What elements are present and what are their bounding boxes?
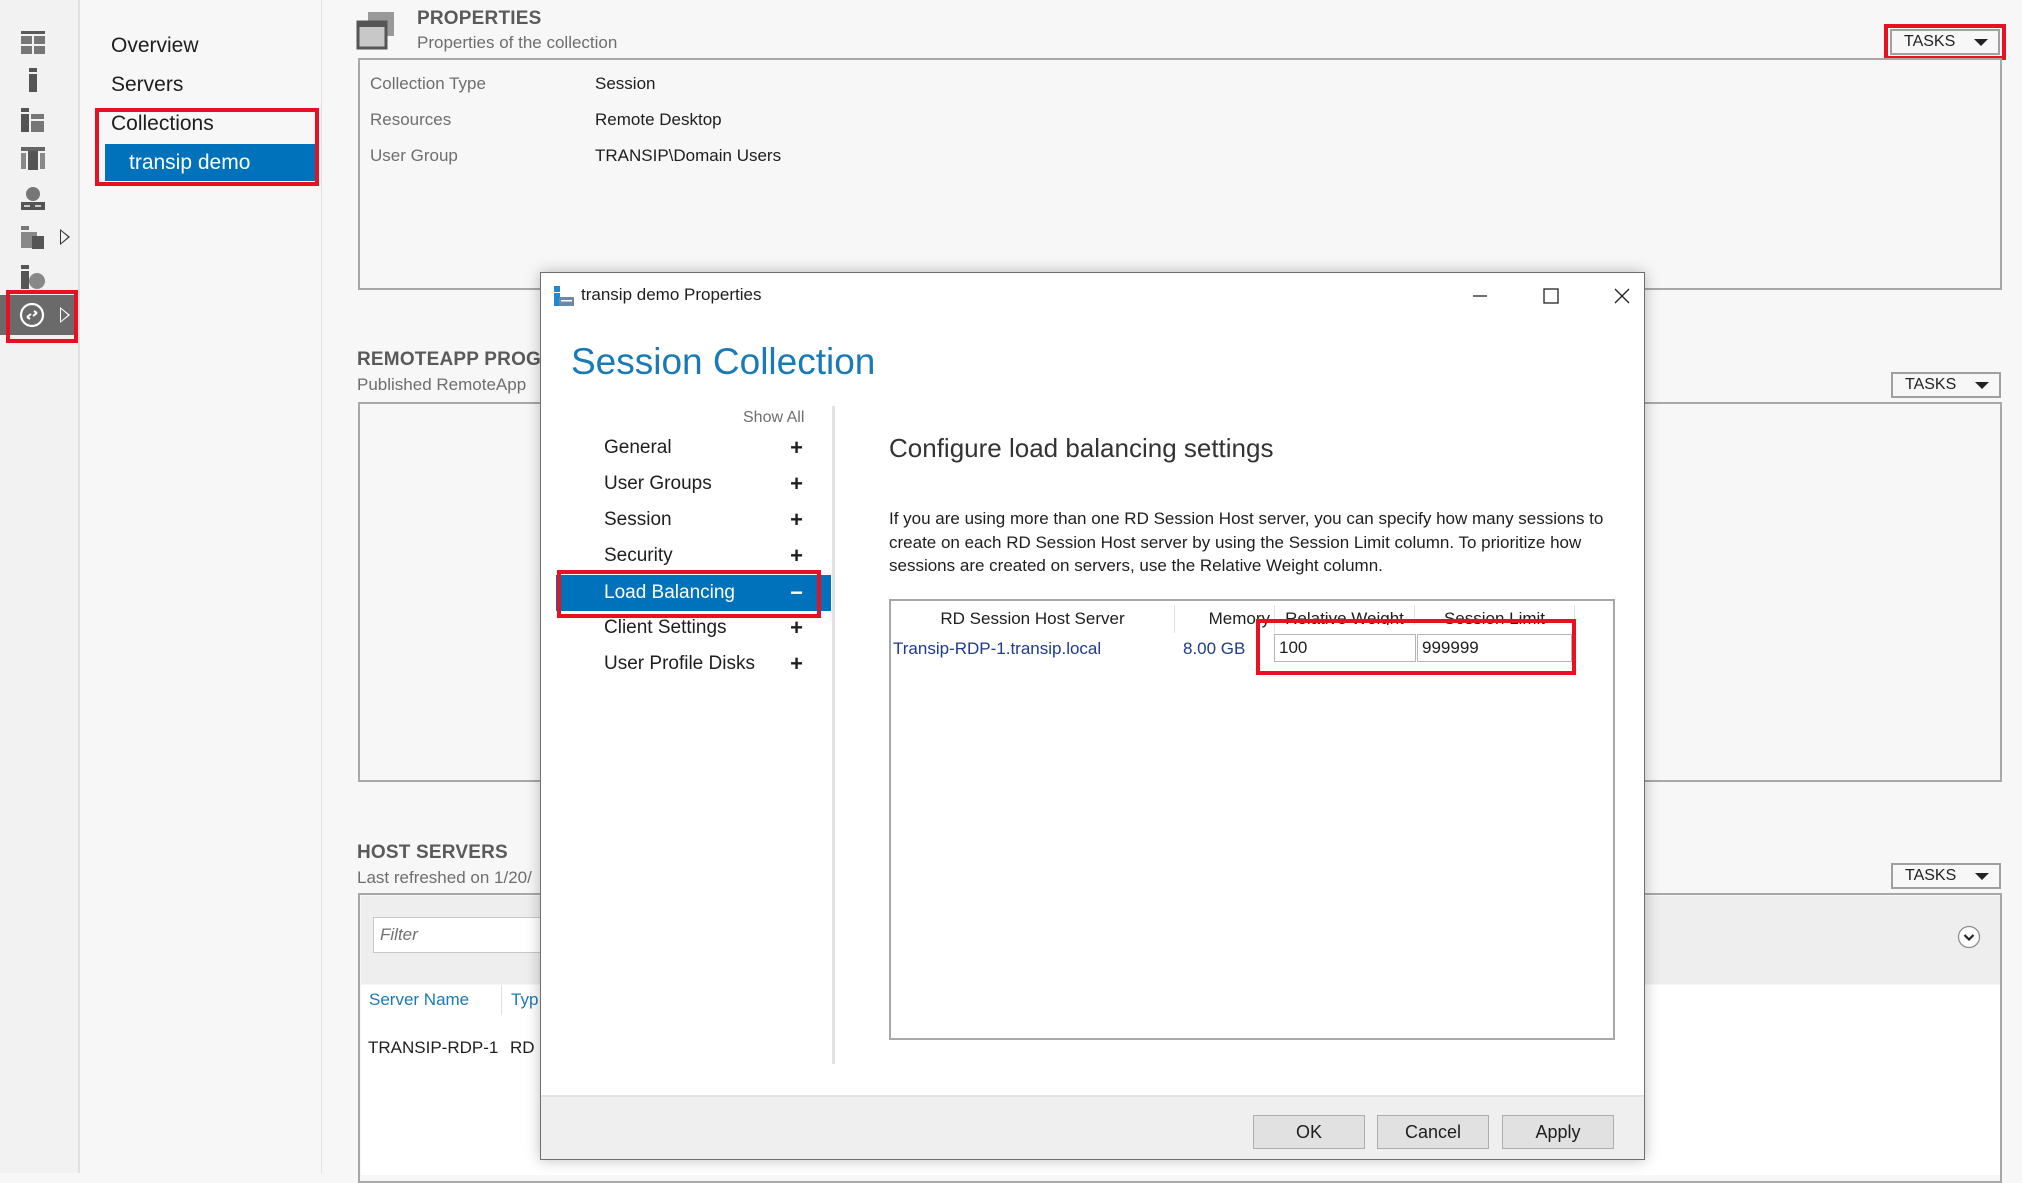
- expand-arrow-icon[interactable]: [60, 307, 70, 323]
- tasks-label: TASKS: [1905, 376, 1957, 393]
- remoteapp-tasks-button[interactable]: TASKS: [1891, 372, 2001, 398]
- host-servers-subtitle: Last refreshed on 1/20/: [357, 868, 532, 887]
- server-type-cell: RD: [510, 1038, 535, 1057]
- tasks-label: TASKS: [1905, 867, 1957, 884]
- property-label: Collection Type: [370, 74, 486, 93]
- expand-plus-icon: +: [790, 435, 803, 460]
- server-name-cell[interactable]: Transip-RDP-1.transip.local: [893, 639, 1101, 659]
- dropdown-caret-icon: [1975, 873, 1989, 880]
- expand-plus-icon: +: [790, 651, 803, 676]
- iis-icon[interactable]: [20, 185, 46, 211]
- expand-plus-icon: +: [790, 615, 803, 640]
- nav-label: Client Settings: [604, 617, 727, 638]
- column-header-relative-weight[interactable]: Relative Weight: [1275, 605, 1415, 625]
- dialog-nav-user-profile-disks[interactable]: User Profile Disks +: [556, 646, 831, 682]
- remote-desktop-services-icon[interactable]: [20, 224, 46, 250]
- property-value: TRANSIP\Domain Users: [595, 146, 782, 165]
- load-balancing-table: RD Session Host Server Memory Relative W…: [889, 599, 1615, 1040]
- maximize-button[interactable]: [1530, 281, 1570, 311]
- session-limit-input[interactable]: 999999: [1417, 634, 1572, 662]
- nav-label: Load Balancing: [604, 582, 735, 603]
- config-heading: Configure load balancing settings: [889, 433, 1274, 463]
- nav-label: User Profile Disks: [604, 653, 755, 674]
- icon-strip: [0, 0, 80, 1173]
- dialog-nav-session[interactable]: Session +: [556, 502, 831, 538]
- host-servers-title: HOST SERVERS: [357, 842, 508, 863]
- dialog-footer: OK Cancel Apply: [541, 1095, 1644, 1159]
- local-server-icon[interactable]: [20, 67, 46, 93]
- host-servers-tasks-button[interactable]: TASKS: [1891, 863, 2001, 889]
- expand-circle-icon[interactable]: [1957, 925, 1981, 949]
- tasks-label: TASKS: [1904, 33, 1956, 50]
- cancel-button[interactable]: Cancel: [1377, 1115, 1489, 1149]
- rds-collections-nav-button[interactable]: [0, 295, 76, 335]
- expand-arrow-icon[interactable]: [60, 229, 70, 245]
- expand-plus-icon: +: [790, 507, 803, 532]
- dialog-nav-client-settings[interactable]: Client Settings +: [556, 610, 831, 646]
- nav-label: Security: [604, 545, 673, 566]
- memory-cell: 8.00 GB: [1183, 639, 1246, 658]
- remoteapp-subtitle: Published RemoteApp: [357, 375, 527, 394]
- property-label: User Group: [370, 146, 458, 165]
- properties-title: PROPERTIES: [417, 8, 542, 29]
- column-divider: [501, 985, 502, 1015]
- column-header-server-name[interactable]: Server Name: [369, 990, 469, 1010]
- web-server-icon[interactable]: [20, 264, 46, 290]
- relative-weight-input[interactable]: 100: [1274, 634, 1416, 662]
- properties-dialog: transip demo Properties Session Collecti…: [540, 272, 1645, 1160]
- nav-label: General: [604, 437, 672, 458]
- nav-label: Session: [604, 509, 672, 530]
- server-name-cell[interactable]: TRANSIP-RDP-1: [368, 1038, 498, 1058]
- minimize-button[interactable]: [1459, 281, 1499, 311]
- close-button[interactable]: [1601, 281, 1641, 311]
- nav-item-overview[interactable]: Overview: [111, 34, 199, 58]
- dialog-heading: Session Collection: [571, 341, 876, 382]
- column-header-server[interactable]: RD Session Host Server: [891, 605, 1175, 633]
- show-all-link[interactable]: Show All: [743, 409, 804, 427]
- column-header-session-limit[interactable]: Session Limit: [1415, 605, 1575, 625]
- filter-input[interactable]: Filter: [373, 917, 553, 953]
- remoteapp-title: REMOTEAPP PROG: [357, 349, 542, 370]
- property-value: Remote Desktop: [595, 110, 722, 129]
- property-value: Session: [595, 74, 656, 93]
- dashboard-icon[interactable]: [20, 29, 46, 55]
- collection-app-icon: [554, 286, 574, 306]
- nav-item-collections[interactable]: Collections: [111, 112, 214, 136]
- nav-item-transip-demo[interactable]: transip demo: [105, 144, 315, 181]
- dropdown-caret-icon: [1975, 382, 1989, 389]
- dialog-nav-security[interactable]: Security +: [556, 538, 831, 574]
- column-header-type[interactable]: Typ: [511, 990, 538, 1010]
- property-label: Resources: [370, 110, 452, 129]
- dialog-nav-user-groups[interactable]: User Groups +: [556, 466, 831, 502]
- nav-panel: Overview Servers Collections transip dem…: [82, 0, 322, 1173]
- nav-separator: [832, 406, 835, 1064]
- properties-tasks-button[interactable]: TASKS: [1890, 29, 2000, 55]
- rds-collections-icon: [19, 302, 45, 328]
- column-header-memory[interactable]: Memory: [1175, 605, 1275, 633]
- nav-item-servers[interactable]: Servers: [111, 73, 183, 97]
- collapse-minus-icon: −: [790, 580, 803, 605]
- nav-label: User Groups: [604, 473, 712, 494]
- dialog-title: transip demo Properties: [581, 285, 762, 304]
- file-storage-icon[interactable]: [20, 145, 46, 171]
- properties-icon: [356, 12, 394, 50]
- expand-plus-icon: +: [790, 471, 803, 496]
- dialog-nav-load-balancing[interactable]: Load Balancing −: [556, 575, 831, 611]
- expand-plus-icon: +: [790, 543, 803, 568]
- all-servers-icon[interactable]: [20, 107, 46, 133]
- apply-button[interactable]: Apply: [1502, 1115, 1614, 1149]
- dropdown-caret-icon: [1974, 39, 1988, 46]
- config-description: If you are using more than one RD Sessio…: [889, 509, 1604, 575]
- dialog-nav-general[interactable]: General +: [556, 430, 831, 466]
- ok-button[interactable]: OK: [1253, 1115, 1365, 1149]
- properties-subtitle: Properties of the collection: [417, 33, 618, 52]
